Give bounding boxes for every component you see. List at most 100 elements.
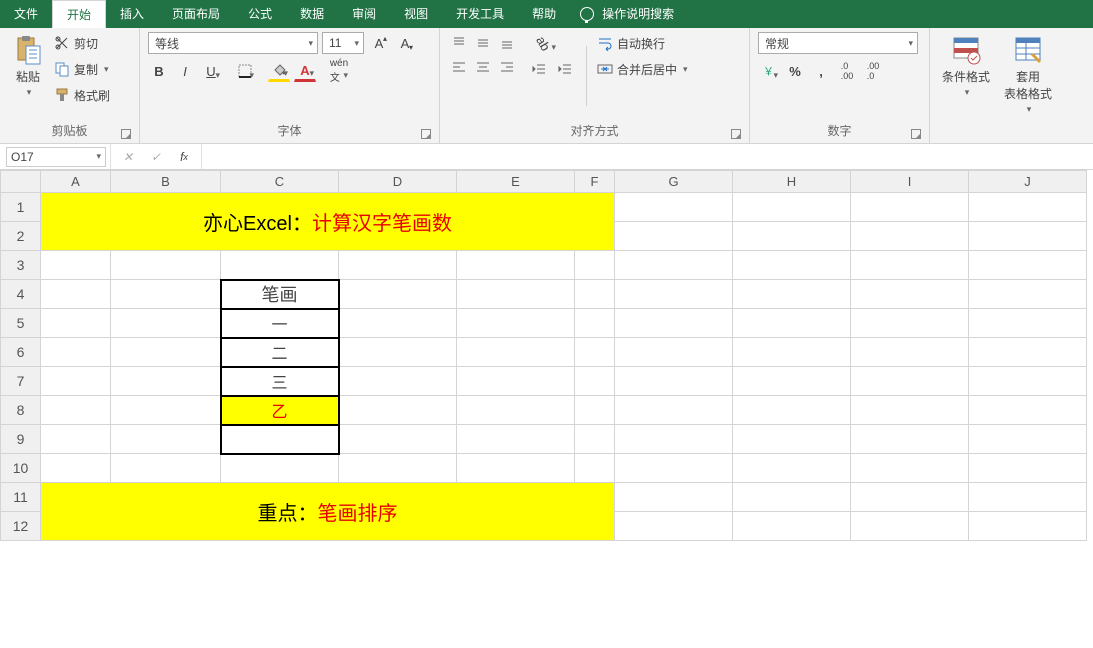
cell[interactable] — [851, 193, 969, 222]
comma-button[interactable]: , — [810, 60, 832, 82]
cell[interactable] — [615, 367, 733, 396]
cell[interactable] — [615, 425, 733, 454]
cell[interactable] — [851, 309, 969, 338]
cut-button[interactable]: 剪切 — [54, 32, 110, 54]
cell[interactable] — [575, 338, 615, 367]
cell[interactable] — [457, 309, 575, 338]
cell[interactable] — [615, 251, 733, 280]
cell[interactable] — [339, 454, 457, 483]
orientation-button[interactable]: ab — [528, 32, 558, 54]
cell[interactable] — [851, 396, 969, 425]
cell[interactable] — [111, 396, 221, 425]
row-header[interactable]: 8 — [1, 396, 41, 425]
wrap-text-button[interactable]: 自动换行 — [597, 32, 688, 54]
cell[interactable] — [969, 425, 1087, 454]
tell-me-search[interactable]: 操作说明搜索 — [570, 5, 684, 22]
tbl-cell[interactable] — [221, 425, 339, 454]
cell[interactable] — [111, 454, 221, 483]
cell[interactable] — [969, 367, 1087, 396]
underline-button[interactable]: U — [200, 60, 222, 82]
cell[interactable] — [339, 251, 457, 280]
formula-input[interactable] — [202, 144, 1093, 169]
tbl-header[interactable]: 笔画 — [221, 280, 339, 309]
phonetic-button[interactable]: wén文 — [328, 60, 350, 82]
cell[interactable] — [575, 251, 615, 280]
cell[interactable] — [41, 280, 111, 309]
row-header[interactable]: 5 — [1, 309, 41, 338]
clipboard-dialog-launcher[interactable] — [121, 129, 131, 139]
cell[interactable] — [733, 367, 851, 396]
cell[interactable] — [339, 309, 457, 338]
cell[interactable] — [41, 309, 111, 338]
cell[interactable] — [575, 367, 615, 396]
col-header[interactable]: A — [41, 171, 111, 193]
cell[interactable] — [41, 338, 111, 367]
increase-font-button[interactable]: A▴ — [368, 32, 390, 54]
cell[interactable] — [733, 483, 851, 512]
cell[interactable] — [111, 338, 221, 367]
cell[interactable] — [41, 367, 111, 396]
font-size-combo[interactable]: 11 — [322, 32, 364, 54]
align-dialog-launcher[interactable] — [731, 129, 741, 139]
cell[interactable] — [969, 251, 1087, 280]
format-painter-button[interactable]: 格式刷 — [54, 84, 110, 106]
tbl-cell[interactable]: 一 — [221, 309, 339, 338]
cell[interactable] — [733, 222, 851, 251]
row-header[interactable]: 1 — [1, 193, 41, 222]
indent-decrease-button[interactable] — [528, 58, 550, 80]
cell[interactable] — [575, 396, 615, 425]
cell[interactable] — [339, 367, 457, 396]
align-bottom-button[interactable] — [496, 32, 518, 54]
copy-button[interactable]: 复制 — [54, 58, 110, 80]
align-middle-button[interactable] — [472, 32, 494, 54]
cell[interactable] — [969, 222, 1087, 251]
cell[interactable] — [111, 280, 221, 309]
col-header[interactable]: J — [969, 171, 1087, 193]
cell[interactable] — [457, 454, 575, 483]
row-header[interactable]: 10 — [1, 454, 41, 483]
cell[interactable] — [851, 425, 969, 454]
cell[interactable] — [733, 454, 851, 483]
cell[interactable] — [457, 425, 575, 454]
cell[interactable] — [733, 425, 851, 454]
cell[interactable] — [615, 396, 733, 425]
align-center-button[interactable] — [472, 56, 494, 78]
increase-decimal-button[interactable]: .0.00 — [836, 60, 858, 82]
font-dialog-launcher[interactable] — [421, 129, 431, 139]
font-name-combo[interactable]: 等线 — [148, 32, 318, 54]
border-button[interactable] — [234, 60, 256, 82]
cell[interactable] — [41, 454, 111, 483]
fx-button[interactable]: fx — [171, 144, 197, 169]
cell[interactable] — [575, 280, 615, 309]
cell[interactable] — [339, 425, 457, 454]
cell[interactable] — [111, 309, 221, 338]
cell[interactable] — [851, 512, 969, 541]
cell[interactable] — [41, 425, 111, 454]
cell[interactable] — [457, 251, 575, 280]
tab-file[interactable]: 文件 — [0, 0, 52, 28]
accounting-format-button[interactable]: ￥ — [758, 60, 780, 82]
align-top-button[interactable] — [448, 32, 470, 54]
cell[interactable] — [733, 309, 851, 338]
col-header[interactable]: C — [221, 171, 339, 193]
decrease-font-button[interactable]: A▾ — [394, 32, 416, 54]
cell[interactable] — [339, 396, 457, 425]
cell[interactable] — [733, 193, 851, 222]
cell[interactable] — [733, 338, 851, 367]
banner-title-2[interactable]: 重点：笔画排序 — [41, 483, 615, 541]
row-header[interactable]: 3 — [1, 251, 41, 280]
number-format-combo[interactable]: 常规 — [758, 32, 918, 54]
cell[interactable] — [575, 454, 615, 483]
tab-review[interactable]: 审阅 — [338, 0, 390, 28]
italic-button[interactable]: I — [174, 60, 196, 82]
tab-layout[interactable]: 页面布局 — [158, 0, 234, 28]
cell[interactable] — [615, 483, 733, 512]
paste-button[interactable]: 粘贴 — [8, 32, 48, 100]
tab-formula[interactable]: 公式 — [234, 0, 286, 28]
percent-button[interactable]: % — [784, 60, 806, 82]
cell[interactable] — [969, 193, 1087, 222]
cell[interactable] — [41, 396, 111, 425]
fill-color-button[interactable] — [268, 60, 290, 82]
col-header[interactable]: D — [339, 171, 457, 193]
cell[interactable] — [615, 454, 733, 483]
